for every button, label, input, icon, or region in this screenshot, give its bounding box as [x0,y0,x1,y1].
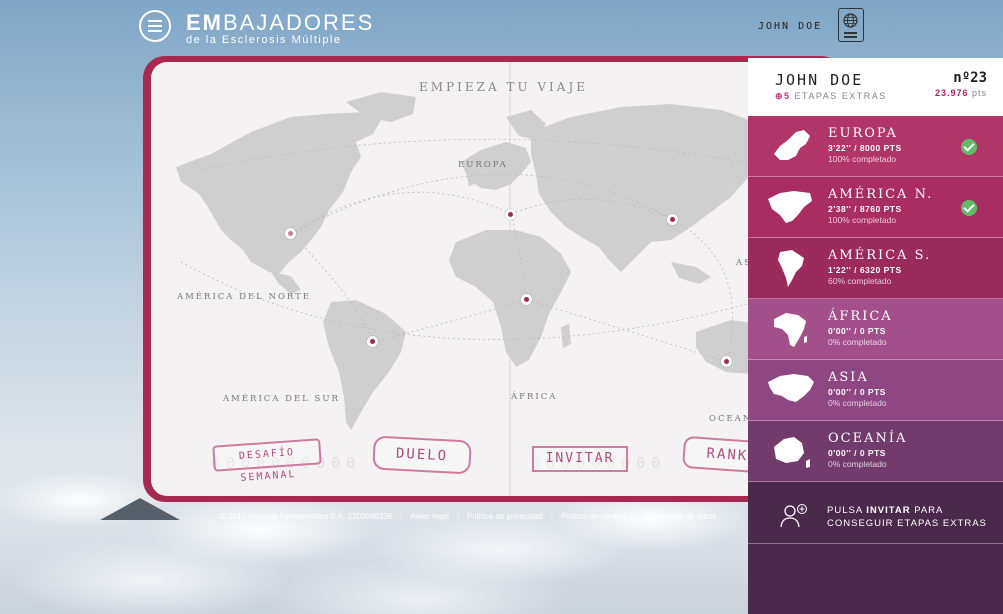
africa-map-icon [774,313,807,347]
footer-link-aviso-legal[interactable]: Aviso legal [410,512,449,521]
region-name: ASIA [828,370,869,385]
marker-america-sur[interactable] [367,336,378,347]
region-asia[interactable]: ASIA 0'00'' / 0 PTS 0% completado [748,360,1003,421]
south-america-map-icon [778,250,804,287]
marker-africa[interactable] [521,294,532,305]
footer: © 2017 Novartis Farmacéutica S.A. 170204… [220,512,717,521]
check-icon [961,200,977,216]
oceania-map-icon [774,437,810,468]
duelo-button[interactable]: DUELO [372,435,472,475]
logo-subtitle: de la Esclerosis Múltiple [186,34,342,46]
marker-europa[interactable] [505,209,516,220]
menu-icon-line [148,20,162,22]
extra-stages: ⊕5 ETAPAS EXTRAS [775,91,887,102]
world-map [176,92,851,430]
footer-link-privacidad[interactable]: Política de privacidad [467,512,543,521]
invite-text: PULSA INVITAR PARA CONSEGUIR ETAPAS EXTR… [827,504,987,530]
region-europa[interactable]: EUROPA 3'22'' / 8000 PTS 100% completado [748,116,1003,177]
footer-link-proteccion-datos[interactable]: Protección de datos [646,512,717,521]
logo-rest: BAJADORES [223,10,375,35]
invite-text-pre: PULSA [827,505,867,516]
user-points-unit: pts [971,88,987,98]
footer-copyright: © 2017 Novartis Farmacéutica S.A. 170204… [220,512,393,521]
region-america-norte[interactable]: AMÉRICA N. 2'38'' / 8760 PTS 100% comple… [748,177,1003,238]
map-label-europa: EUROPA [458,160,508,170]
region-score: 0'00'' / 0 PTS [828,326,886,336]
region-progress: 0% completado [828,459,887,469]
user-rank: nº23 [953,70,987,86]
invite-friends-row[interactable]: PULSA INVITAR PARA CONSEGUIR ETAPAS EXTR… [748,488,1003,544]
extra-stages-count: ⊕5 [775,91,791,101]
extra-stages-label: ETAPAS EXTRAS [790,91,887,101]
map-label-america-sur: AMÉRICA DEL SUR [223,394,340,404]
user-points: 23.976 pts [935,88,987,98]
region-score: 3'22'' / 8000 PTS [828,143,902,153]
user-panel-header: JOHN DOE ⊕5 ETAPAS EXTRAS nº23 23.976 pt… [748,58,1003,116]
logo-bold: EM [186,10,223,35]
map-label-america-norte: AMÉRICA DEL NORTE [177,292,312,302]
north-america-map-icon [768,191,812,223]
region-name: AMÉRICA N. [828,187,934,202]
region-score: 2'38'' / 8760 PTS [828,204,902,214]
invitar-button[interactable]: INVITAR [532,446,628,472]
region-name: OCEANÍA [828,431,908,446]
menu-icon-line [148,25,162,27]
region-progress: 100% completado [828,154,897,164]
user-name: JOHN DOE [775,71,864,89]
logo[interactable]: EMBAJADORES de la Esclerosis Múltiple [186,10,375,47]
europe-map-icon [774,130,810,160]
marker-america-norte[interactable] [285,228,296,239]
passport-icon[interactable] [838,8,864,42]
region-progress: 0% completado [828,337,887,347]
region-progress: 0% completado [828,398,887,408]
footer-link-cookies[interactable]: Política de cookies [561,512,628,521]
region-score: 0'00'' / 0 PTS [828,387,886,397]
menu-button[interactable] [139,10,171,42]
region-progress: 100% completado [828,215,897,225]
region-score: 0'00'' / 0 PTS [828,448,886,458]
region-progress: 60% completado [828,276,892,286]
header-user-name[interactable]: JOHN DOE [758,21,822,32]
invite-text-bold: INVITAR [866,505,911,516]
marker-oceania[interactable] [721,356,732,367]
region-africa[interactable]: ÁFRICA 0'00'' / 0 PTS 0% completado [748,299,1003,360]
region-name: AMÉRICA S. [828,248,932,263]
asia-map-icon [768,374,814,402]
check-icon [961,139,977,155]
map-title: EMPIEZA TU VIAJE [419,80,589,94]
map-label-africa: ÁFRICA [511,392,558,402]
region-oceania[interactable]: OCEANÍA 0'00'' / 0 PTS 0% completado [748,421,1003,482]
user-panel: JOHN DOE ⊕5 ETAPAS EXTRAS nº23 23.976 pt… [748,58,1003,614]
region-name: ÁFRICA [828,309,893,324]
add-user-icon [780,504,807,528]
marker-asia[interactable] [667,214,678,225]
region-name: EUROPA [828,126,898,141]
menu-icon-line [148,30,162,32]
region-score: 1'22'' / 6320 PTS [828,265,902,275]
user-points-value: 23.976 [934,88,969,98]
world-map-page: EMPIEZA TU VIAJE EUROPA AMÉRICA DEL NORT… [151,62,851,496]
region-america-sur[interactable]: AMÉRICA S. 1'22'' / 6320 PTS 60% complet… [748,238,1003,299]
